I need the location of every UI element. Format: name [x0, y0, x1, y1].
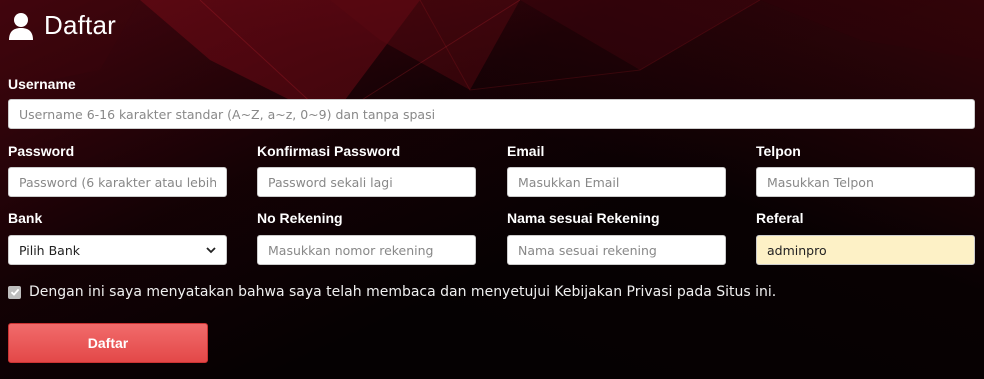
phone-input[interactable] [756, 167, 975, 197]
confirm-password-label: Konfirmasi Password [257, 143, 401, 159]
bank-select[interactable]: Pilih Bank [8, 235, 227, 265]
referral-label: Referal [756, 210, 804, 226]
account-name-label: Nama sesuai Rekening [507, 210, 660, 226]
page-title: Daftar [44, 10, 117, 40]
bank-label: Bank [8, 210, 43, 226]
agreement-checkbox[interactable] [8, 285, 21, 299]
confirm-password-input[interactable] [257, 167, 476, 197]
phone-label: Telpon [756, 143, 801, 159]
account-number-label: No Rekening [257, 210, 343, 226]
account-name-input[interactable] [507, 235, 726, 265]
password-input[interactable] [8, 167, 227, 197]
password-label: Password [8, 143, 75, 159]
chevron-down-icon [206, 247, 216, 254]
user-icon [9, 12, 33, 40]
username-label: Username [8, 76, 76, 92]
referral-input[interactable] [756, 235, 975, 265]
username-input[interactable] [8, 99, 975, 129]
agreement-text: Dengan ini saya menyatakan bahwa saya te… [29, 284, 777, 300]
email-input[interactable] [507, 167, 726, 197]
account-number-input[interactable] [257, 235, 476, 265]
email-label: Email [507, 143, 545, 159]
checkmark-icon [10, 288, 19, 296]
page-header: Daftar [8, 10, 116, 41]
agreement-row: Dengan ini saya menyatakan bahwa saya te… [8, 284, 776, 300]
register-button[interactable]: Daftar [8, 323, 208, 363]
bank-select-value: Pilih Bank [19, 242, 80, 258]
